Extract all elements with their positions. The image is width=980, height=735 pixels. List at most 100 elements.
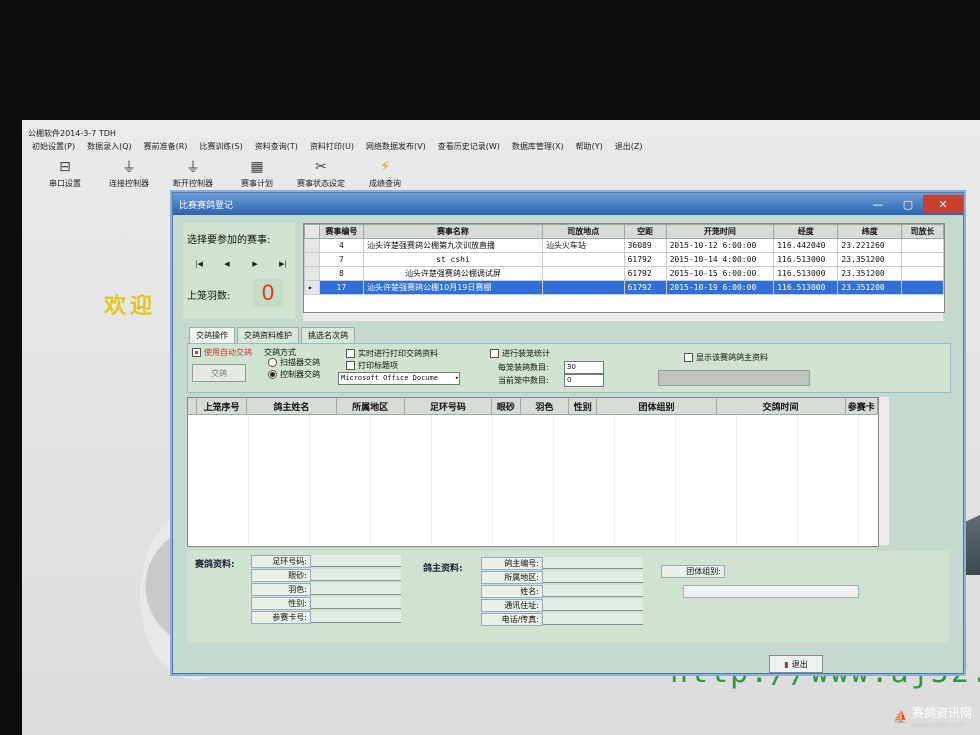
tab-pick-ranked[interactable]: 挑选名次鸽 <box>301 327 355 343</box>
col-distance[interactable]: 空距 <box>623 224 667 239</box>
col-latitude[interactable]: 纬度 <box>837 224 903 239</box>
owner-name-label: 姓名: <box>481 585 543 598</box>
col-ring-number[interactable]: 足环号码 <box>405 398 493 414</box>
distance: 61792 <box>623 266 667 281</box>
show-owner-checkbox[interactable]: 显示该赛鸽鸽主资料 <box>684 352 768 363</box>
race-row[interactable]: 8 汕头许楚强赛鸽公棚调试屏 61792 2015-10-15 6:00:00 … <box>304 266 944 281</box>
minimize-icon[interactable]: — <box>863 195 893 213</box>
submit-button[interactable]: 交鸽 <box>192 364 246 382</box>
close-icon[interactable]: ✕ <box>923 195 963 213</box>
col-cage-seq[interactable]: 上笼序号 <box>197 398 248 414</box>
menu-item-publish[interactable]: 网络数据发布(V) <box>360 140 432 154</box>
method-controller-radio[interactable]: 控制器交鸽 <box>268 369 320 380</box>
radio-icon <box>268 358 277 367</box>
connect-controller-button[interactable]: ⏚ 连接控制器 <box>104 158 154 202</box>
prev-record-icon[interactable]: ◀ <box>217 257 237 271</box>
submission-table-vscrollbar[interactable] <box>879 397 889 545</box>
row-indicator-header <box>188 398 197 414</box>
race-row[interactable]: 4 汕头许楚强赛鸽公棚第九次训放直播 汕头火车站 36089 2015-10-1… <box>304 238 944 253</box>
plug-icon: ⏚ <box>122 160 136 176</box>
current-cage-stepper[interactable]: 0 <box>564 374 604 387</box>
menu-item-query[interactable]: 资料查询(T) <box>249 140 304 154</box>
owner-address-field[interactable] <box>543 599 643 611</box>
owner-info-caption: 鸽主资料: <box>423 564 463 574</box>
menu-item-data-entry[interactable]: 数据录入(Q) <box>81 140 138 154</box>
col-owner-name[interactable]: 鸽主姓名 <box>247 398 337 414</box>
race-card-field[interactable] <box>311 611 401 623</box>
col-eye[interactable]: 眼砂 <box>492 398 521 414</box>
checkbox-icon <box>490 349 499 358</box>
col-release-leader[interactable]: 司放长 <box>901 224 944 239</box>
race-row-selected[interactable]: ▸ 17 汕头许楚强赛鸽公棚10月19日赛棚 61792 2015-10-19 … <box>304 280 944 295</box>
owner-id-field[interactable] <box>543 557 643 569</box>
menu-item-prerace[interactable]: 赛前准备(R) <box>138 140 194 154</box>
first-record-icon[interactable]: |◀ <box>189 257 209 271</box>
col-team-group[interactable]: 团体组别 <box>597 398 717 414</box>
exit-door-icon: ▮ <box>784 659 789 669</box>
menu-item-print[interactable]: 资料打印(U) <box>304 140 360 154</box>
caged-count-label: 上笼羽数: <box>187 291 231 302</box>
last-record-icon[interactable]: ▶| <box>273 257 293 271</box>
col-race-card[interactable]: 参赛卡 <box>846 398 878 414</box>
color-field[interactable] <box>311 583 401 595</box>
owner-name-field[interactable] <box>543 585 643 597</box>
row-indicator <box>304 266 320 281</box>
serial-setup-button[interactable]: ⊟ 串口设置 <box>40 158 90 202</box>
printer-select[interactable]: Microsoft Office Docume ▾ <box>338 372 460 385</box>
owner-phone-field[interactable] <box>543 613 643 625</box>
caged-count-value: 0 <box>253 279 283 307</box>
race-name: st cshi <box>363 252 543 267</box>
tab-submit-data-maintenance[interactable]: 交鸽资料维护 <box>237 327 299 343</box>
exit-button[interactable]: ▮ 退出 <box>769 655 823 673</box>
submission-table[interactable]: 上笼序号 鸽主姓名 所属地区 足环号码 眼砂 羽色 性别 团体组别 交鸽时间 参… <box>187 397 879 547</box>
menu-item-exit[interactable]: 退出(Z) <box>609 140 649 154</box>
race-row[interactable]: 7 st cshi 61792 2015-10-14 4:00:00 116.5… <box>304 252 944 267</box>
ring-number-field[interactable] <box>311 555 401 567</box>
realtime-print-checkbox[interactable]: 实时进行打印交鸽资料 <box>346 348 438 359</box>
distance: 36089 <box>623 238 667 253</box>
eye-field[interactable] <box>311 569 401 581</box>
col-submit-time[interactable]: 交鸽时间 <box>717 398 846 414</box>
col-release-site[interactable]: 司放地点 <box>541 224 625 239</box>
col-color[interactable]: 羽色 <box>521 398 569 414</box>
latitude: 23.221260 <box>837 238 903 253</box>
race-id: 4 <box>318 238 365 253</box>
per-cage-stepper[interactable]: 30 <box>564 361 604 374</box>
maximize-icon[interactable]: ▢ <box>893 195 923 213</box>
col-longitude[interactable]: 经度 <box>773 224 839 239</box>
col-region[interactable]: 所属地区 <box>337 398 405 414</box>
col-open-time[interactable]: 开笼时间 <box>665 224 775 239</box>
dialog-title: 比赛赛鸽登记 <box>179 200 234 211</box>
longitude: 116.442040 <box>773 238 839 253</box>
sex-field[interactable] <box>311 597 401 609</box>
radio-selected-icon <box>268 370 277 379</box>
menu-item-help[interactable]: 帮助(Y) <box>570 140 609 154</box>
print-header-checkbox[interactable]: 打印标题项 <box>346 360 398 371</box>
race-table[interactable]: 赛事编号 赛事名称 司放地点 空距 开笼时间 经度 纬度 司放长 4 汕头许楚强… <box>303 223 945 313</box>
watermark-name: 赛鸽资讯网 <box>911 706 972 720</box>
release-site: 汕头火车站 <box>541 238 625 253</box>
monitor-screen: 公棚软件2014-3-7 TDH 初始设置(P) 数据录入(Q) 赛前准备(R)… <box>22 120 980 735</box>
owner-display-box <box>658 370 810 386</box>
cage-stats-checkbox[interactable]: 进行装笼统计 <box>490 348 550 359</box>
tab-submit-operation[interactable]: 交鸽操作 <box>189 327 235 343</box>
col-race-id[interactable]: 赛事编号 <box>318 224 365 239</box>
auto-submit-checkbox[interactable]: 使用自动交鸽 <box>192 347 252 358</box>
open-time: 2015-10-12 6:00:00 <box>665 238 775 253</box>
release-leader <box>901 266 944 281</box>
race-table-hscrollbar[interactable] <box>303 313 943 321</box>
menu-item-init[interactable]: 初始设置(P) <box>26 140 81 154</box>
owner-region-field[interactable] <box>543 571 643 583</box>
menu-item-database[interactable]: 数据库管理(X) <box>506 140 570 154</box>
next-record-icon[interactable]: ▶ <box>245 257 265 271</box>
col-sex[interactable]: 性别 <box>569 398 598 414</box>
race-id: 8 <box>318 266 365 281</box>
menu-item-history[interactable]: 查看历史记录(W) <box>432 140 506 154</box>
row-indicator-current: ▸ <box>304 280 320 295</box>
checkbox-icon <box>346 361 355 370</box>
team-group-field[interactable] <box>683 585 859 598</box>
col-race-name[interactable]: 赛事名称 <box>363 224 543 239</box>
lightning-icon: ⚡ <box>380 159 390 175</box>
method-scan-radio[interactable]: 扫描器交鸽 <box>268 357 320 368</box>
menu-item-training[interactable]: 比赛训练(S) <box>193 140 248 154</box>
